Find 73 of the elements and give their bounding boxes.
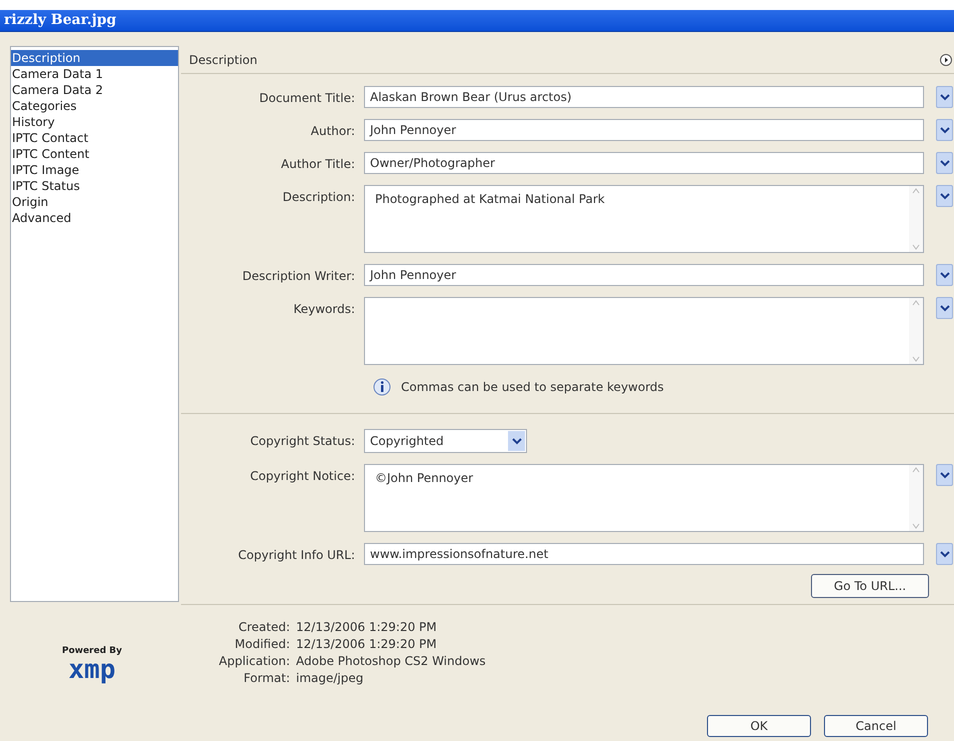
category-item[interactable]: IPTC Status [11,178,178,194]
text-area[interactable]: ©John Pennoyer [364,464,924,532]
scroll-up-icon [912,467,920,473]
dropdown-button[interactable] [936,464,953,486]
scroll-down-icon [912,356,920,362]
field-label: Document Title: [258,90,355,107]
info-icon [373,378,391,396]
text-area[interactable]: Photographed at Katmai National Park [364,185,924,253]
info-value: 12/13/2006 1:29:20 PM [296,636,437,653]
text-field[interactable]: Alaskan Brown Bear (Urus arctos) [364,86,924,108]
info-label: Created: [237,619,290,636]
chevron-down-icon [940,159,950,167]
info-label: Application: [218,653,290,670]
chevron-down-icon [940,304,950,312]
scroll-down-icon [912,523,920,529]
field-label: Author Title: [280,156,355,173]
scrollbar[interactable] [909,186,923,252]
field-label: Copyright Notice: [249,468,355,485]
field-label: Description: [282,189,355,206]
dropdown-button[interactable] [936,185,953,207]
text-area-value: Photographed at Katmai National Park [375,192,605,206]
select-field[interactable]: Copyrighted [364,429,527,453]
category-item[interactable]: IPTC Image [11,162,178,178]
scrollbar[interactable] [909,298,923,364]
text-field[interactable]: Owner/Photographer [364,152,924,174]
field-label: Copyright Status: [249,433,355,450]
category-item[interactable]: IPTC Content [11,146,178,162]
field-label: Keywords: [292,301,355,318]
scroll-down-icon [912,244,920,250]
info-value: 12/13/2006 1:29:20 PM [296,619,437,636]
category-item[interactable]: Camera Data 1 [11,66,178,82]
category-item[interactable]: Description [11,50,178,66]
chevron-down-icon [940,471,950,479]
logo-caption: Powered By [62,645,122,658]
dropdown-button[interactable] [936,264,953,286]
window-title: rizzly Bear.jpg [4,11,116,30]
panel-title: Description [189,52,258,68]
text-area-value: ©John Pennoyer [375,471,474,485]
field-label: Copyright Info URL: [237,547,355,564]
field-label: Author: [310,123,355,140]
text-field[interactable]: John Pennoyer [364,264,924,286]
scroll-up-icon [912,188,920,194]
field-label: Description Writer: [241,268,355,285]
category-item[interactable]: Advanced [11,210,178,226]
dropdown-button[interactable] [936,119,953,141]
chevron-down-icon [512,437,522,445]
text-field[interactable]: www.impressionsofnature.net [364,543,924,565]
dropdown-button[interactable] [936,152,953,174]
hint-text: Commas can be used to separate keywords [401,379,664,396]
category-item[interactable]: History [11,114,178,130]
info-label: Modified: [234,636,290,653]
category-item[interactable]: IPTC Contact [11,130,178,146]
category-item[interactable]: Camera Data 2 [11,82,178,98]
chevron-down-icon [940,550,950,558]
dialog-button[interactable]: Cancel [824,715,928,737]
dropdown-button[interactable] [936,543,953,565]
chevron-down-icon [940,192,950,200]
dialog-button[interactable]: OK [707,715,811,737]
chevron-down-icon [940,126,950,134]
flyout-menu-icon[interactable] [940,54,952,66]
chevron-down-icon [940,271,950,279]
scroll-up-icon [912,300,920,306]
dropdown-button[interactable] [936,297,953,319]
category-item[interactable]: Origin [11,194,178,210]
info-value: Adobe Photoshop CS2 Windows [296,653,486,670]
scrollbar[interactable] [909,465,923,531]
category-item[interactable]: Categories [11,98,178,114]
info-label: Format: [242,670,290,687]
chevron-down-icon [940,93,950,101]
text-field[interactable]: John Pennoyer [364,119,924,141]
info-value: image/jpeg [296,670,364,687]
go-to-url-button[interactable]: Go To URL... [811,574,929,598]
dropdown-button[interactable] [936,86,953,108]
